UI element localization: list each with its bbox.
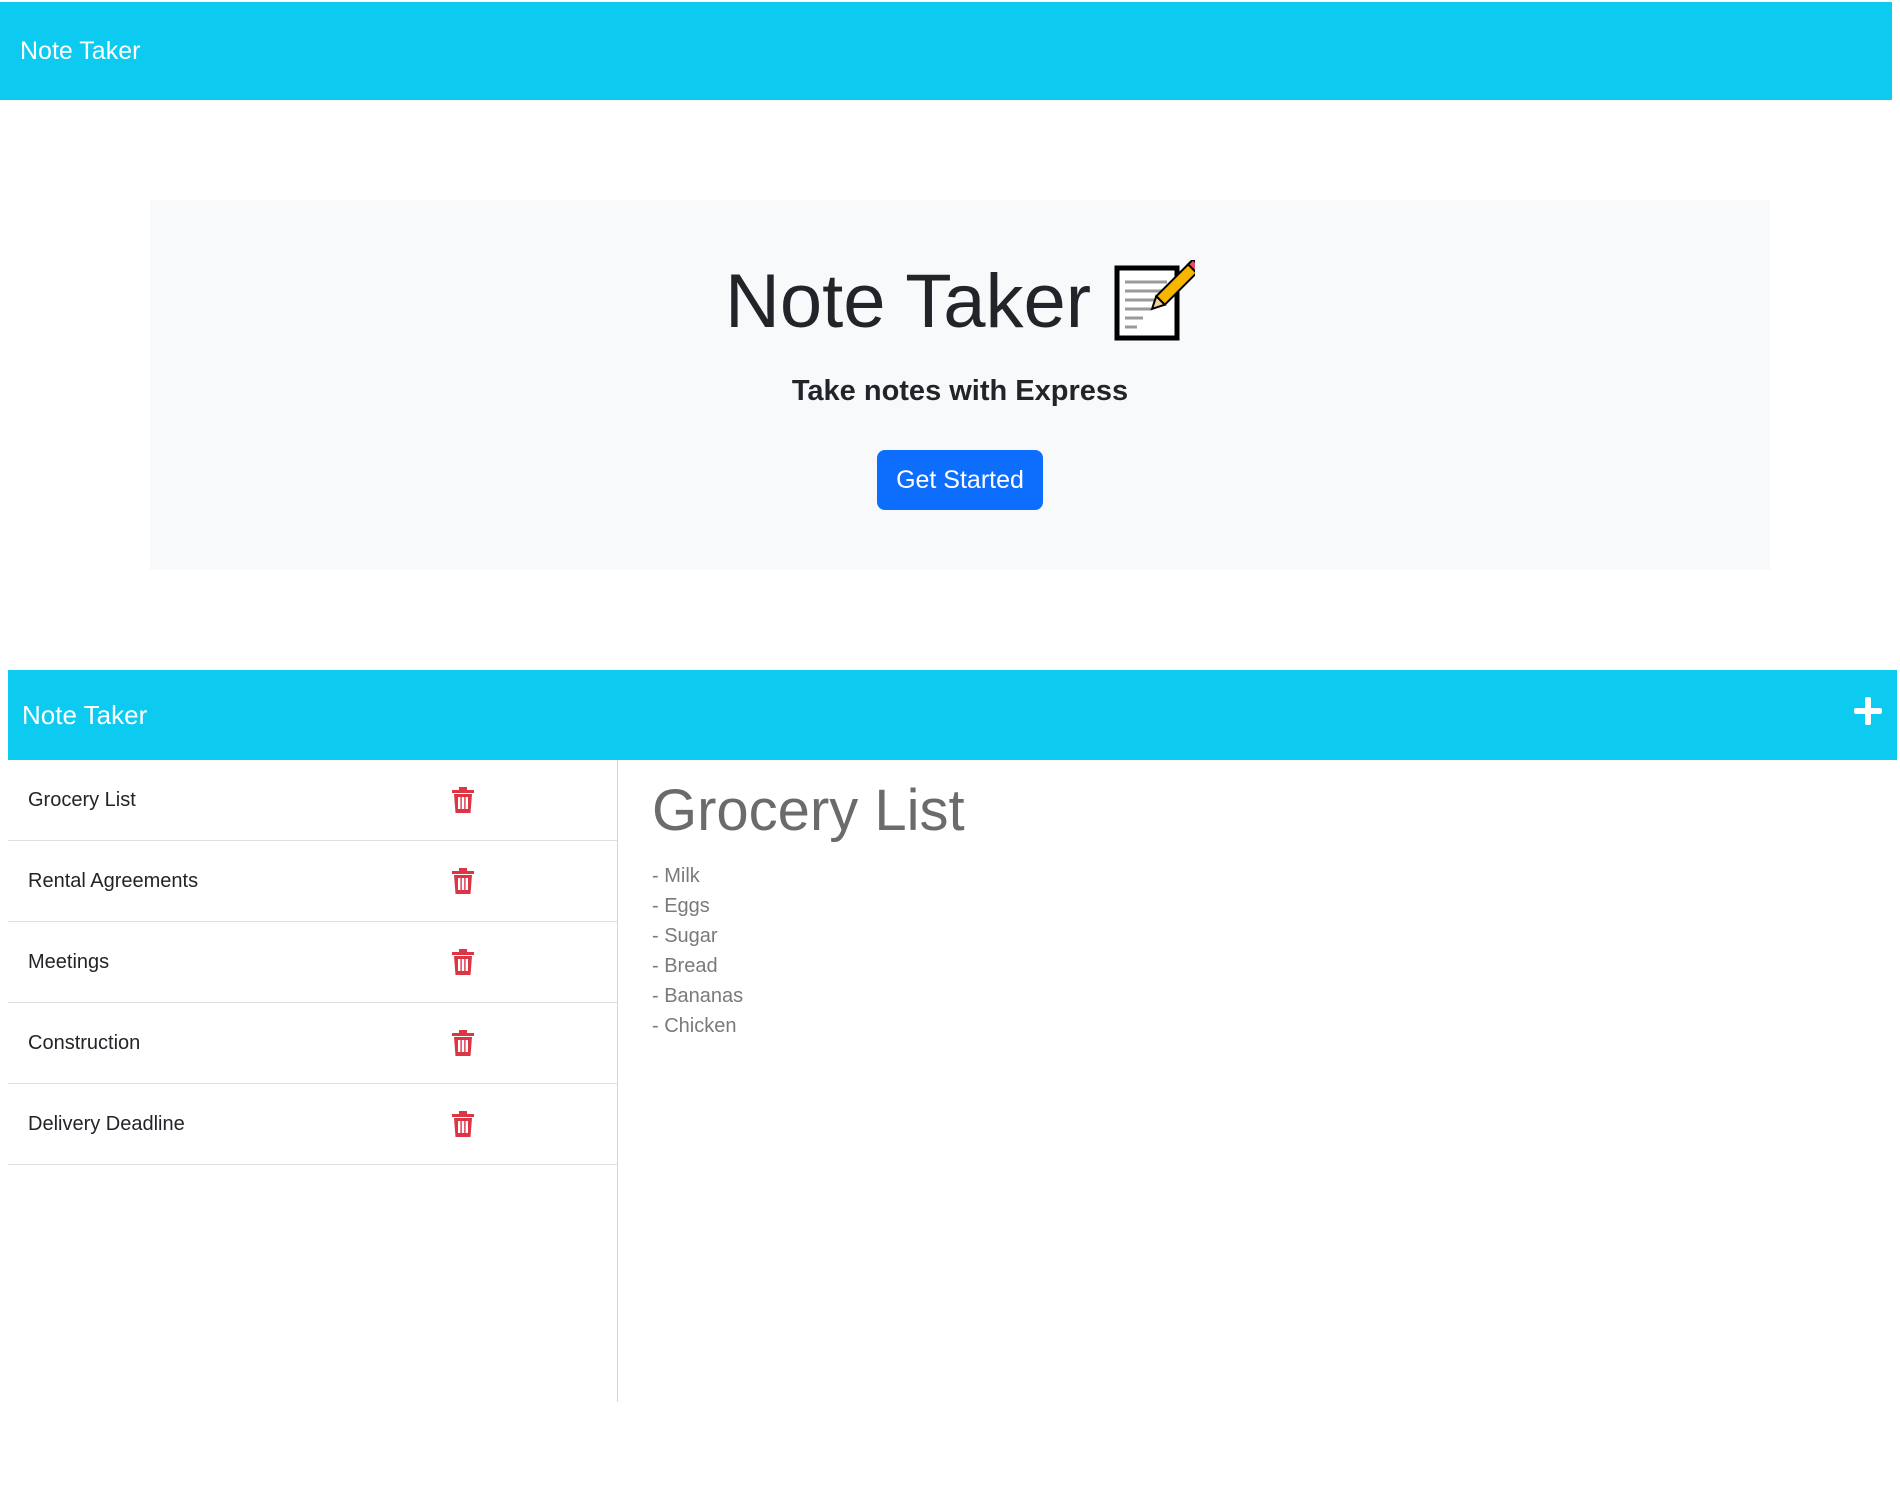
get-started-button[interactable]: Get Started	[877, 450, 1043, 510]
note-list-item-title: Grocery List	[28, 788, 136, 811]
note-text-line: - Bread	[652, 955, 718, 978]
app-brand-link[interactable]: Note Taker	[22, 700, 147, 731]
landing-navbar: Note Taker	[0, 2, 1892, 100]
memo-icon	[1114, 260, 1196, 341]
hero-title: Note Taker	[724, 259, 1092, 344]
note-list-item-title: Rental Agreements	[28, 869, 199, 892]
app-navbar: Note Taker	[8, 670, 1897, 760]
note-text-line: - Chicken	[652, 1015, 737, 1038]
notes-sidebar: Grocery List Rental Agreements Meetings …	[8, 760, 618, 1402]
note-list-item[interactable]: Construction	[8, 1003, 617, 1084]
note-text-line: - Eggs	[652, 895, 710, 918]
note-list-item-title: Construction	[28, 1031, 141, 1054]
note-list-item[interactable]: Delivery Deadline	[8, 1084, 617, 1165]
note-list-item[interactable]: Meetings	[8, 922, 617, 1003]
note-list-item[interactable]: Grocery List	[8, 760, 617, 841]
trash-icon[interactable]	[452, 949, 474, 975]
note-title-display[interactable]: Grocery List	[652, 770, 1852, 851]
hero-title-row: Note Taker	[150, 260, 1770, 344]
trash-icon[interactable]	[452, 1111, 474, 1137]
note-list-item[interactable]: Rental Agreements	[8, 841, 617, 922]
note-text-display[interactable]: - Milk - Eggs - Sugar - Bread - Bananas …	[652, 861, 1852, 1041]
note-list-item-title: Meetings	[28, 950, 110, 973]
note-text-line: - Milk	[652, 865, 700, 888]
trash-icon[interactable]	[452, 787, 474, 813]
plus-icon[interactable]	[1853, 696, 1883, 726]
trash-icon[interactable]	[452, 1030, 474, 1056]
hero-section: Note Taker Take notes with Express Get S…	[150, 200, 1770, 570]
hero-subtitle: Take notes with Express	[791, 375, 1129, 407]
note-viewer: Grocery List - Milk - Eggs - Sugar - Bre…	[652, 770, 1852, 1041]
trash-icon[interactable]	[452, 868, 474, 894]
landing-brand-link[interactable]: Note Taker	[20, 37, 140, 66]
note-text-line: - Sugar	[652, 925, 718, 948]
note-text-line: - Bananas	[652, 985, 744, 1008]
note-list-item-title: Delivery Deadline	[28, 1112, 185, 1135]
note-list: Grocery List Rental Agreements Meetings …	[8, 760, 617, 1165]
